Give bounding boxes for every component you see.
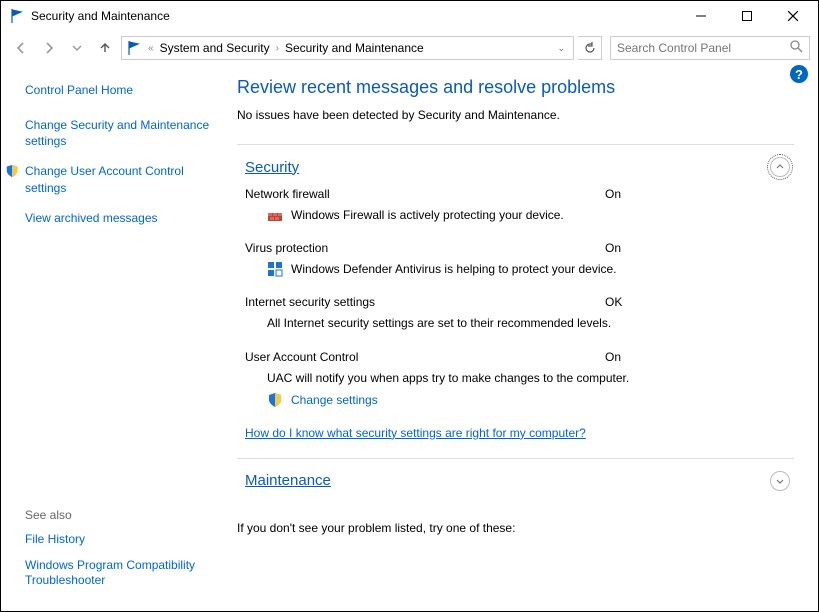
maintenance-section: Maintenance (237, 458, 794, 501)
page-subtitle: No issues have been detected by Security… (237, 108, 794, 122)
item-desc: Windows Defender Antivirus is helping to… (291, 261, 617, 277)
sidebar-link-change-security[interactable]: Change Security and Maintenance settings (25, 117, 211, 149)
security-section: Security Network firewall On Windows Fir… (237, 144, 794, 440)
flag-icon (9, 8, 25, 24)
up-button[interactable] (93, 36, 117, 60)
security-help-link[interactable]: How do I know what security settings are… (245, 426, 794, 440)
firewall-icon (267, 207, 283, 223)
sidebar-link-archived[interactable]: View archived messages (25, 210, 211, 226)
item-uac: User Account Control On UAC will notify … (245, 350, 794, 408)
search-input[interactable] (617, 41, 790, 55)
maximize-button[interactable] (724, 1, 770, 31)
collapse-icon[interactable] (770, 157, 790, 177)
see-also-header: See also (25, 508, 211, 522)
recent-dropdown[interactable] (65, 36, 89, 60)
breadcrumb-item[interactable]: Security and Maintenance (285, 41, 424, 55)
change-settings-link[interactable]: Change settings (267, 392, 794, 408)
sidebar: Control Panel Home Change Security and M… (1, 65, 223, 611)
security-header[interactable]: Security (237, 145, 794, 187)
shield-icon (267, 392, 283, 408)
refresh-button[interactable] (578, 36, 602, 60)
search-icon (790, 40, 803, 56)
item-status: On (605, 187, 621, 201)
chevron-left-icon: « (146, 43, 156, 54)
address-dropdown[interactable]: ⌄ (553, 43, 569, 54)
control-panel-home-link[interactable]: Control Panel Home (25, 83, 211, 97)
close-button[interactable] (770, 1, 816, 31)
sidebar-link-change-uac[interactable]: Change User Account Control settings (25, 163, 211, 195)
item-status: OK (605, 295, 622, 309)
shield-icon (5, 164, 19, 178)
back-button[interactable] (9, 36, 33, 60)
item-desc: All Internet security settings are set t… (267, 315, 611, 331)
maintenance-heading: Maintenance (245, 472, 770, 489)
item-internet-security: Internet security settings OK All Intern… (245, 295, 794, 331)
item-status: On (605, 350, 621, 364)
defender-icon (267, 261, 283, 277)
item-virus-protection: Virus protection On Windows Defender Ant… (245, 241, 794, 277)
flag-icon (126, 40, 142, 56)
item-desc: UAC will notify you when apps try to mak… (267, 370, 629, 386)
forward-button[interactable] (37, 36, 61, 60)
item-label: Network firewall (245, 187, 605, 201)
item-status: On (605, 241, 621, 255)
item-label: User Account Control (245, 350, 605, 364)
item-network-firewall: Network firewall On Windows Firewall is … (245, 187, 794, 223)
breadcrumb-item[interactable]: System and Security (160, 41, 270, 55)
navigation-bar: « System and Security › Security and Mai… (1, 31, 818, 65)
maintenance-header[interactable]: Maintenance (237, 459, 794, 501)
footer-text: If you don't see your problem listed, tr… (237, 521, 794, 535)
minimize-button[interactable] (678, 1, 724, 31)
see-also-troubleshooter[interactable]: Windows Program Compatibility Troublesho… (25, 558, 211, 589)
page-title: Review recent messages and resolve probl… (237, 77, 794, 98)
address-bar[interactable]: « System and Security › Security and Mai… (121, 36, 574, 60)
window-title: Security and Maintenance (31, 9, 678, 23)
help-icon[interactable]: ? (790, 65, 808, 83)
item-label: Internet security settings (245, 295, 605, 309)
search-box[interactable] (610, 36, 810, 60)
see-also-file-history[interactable]: File History (25, 532, 211, 548)
title-bar: Security and Maintenance (1, 1, 818, 31)
chevron-right-icon: › (274, 43, 281, 54)
item-desc: Windows Firewall is actively protecting … (291, 207, 564, 223)
expand-icon[interactable] (770, 471, 790, 491)
item-label: Virus protection (245, 241, 605, 255)
main-content: ? Review recent messages and resolve pro… (223, 65, 818, 611)
security-heading: Security (245, 159, 770, 176)
